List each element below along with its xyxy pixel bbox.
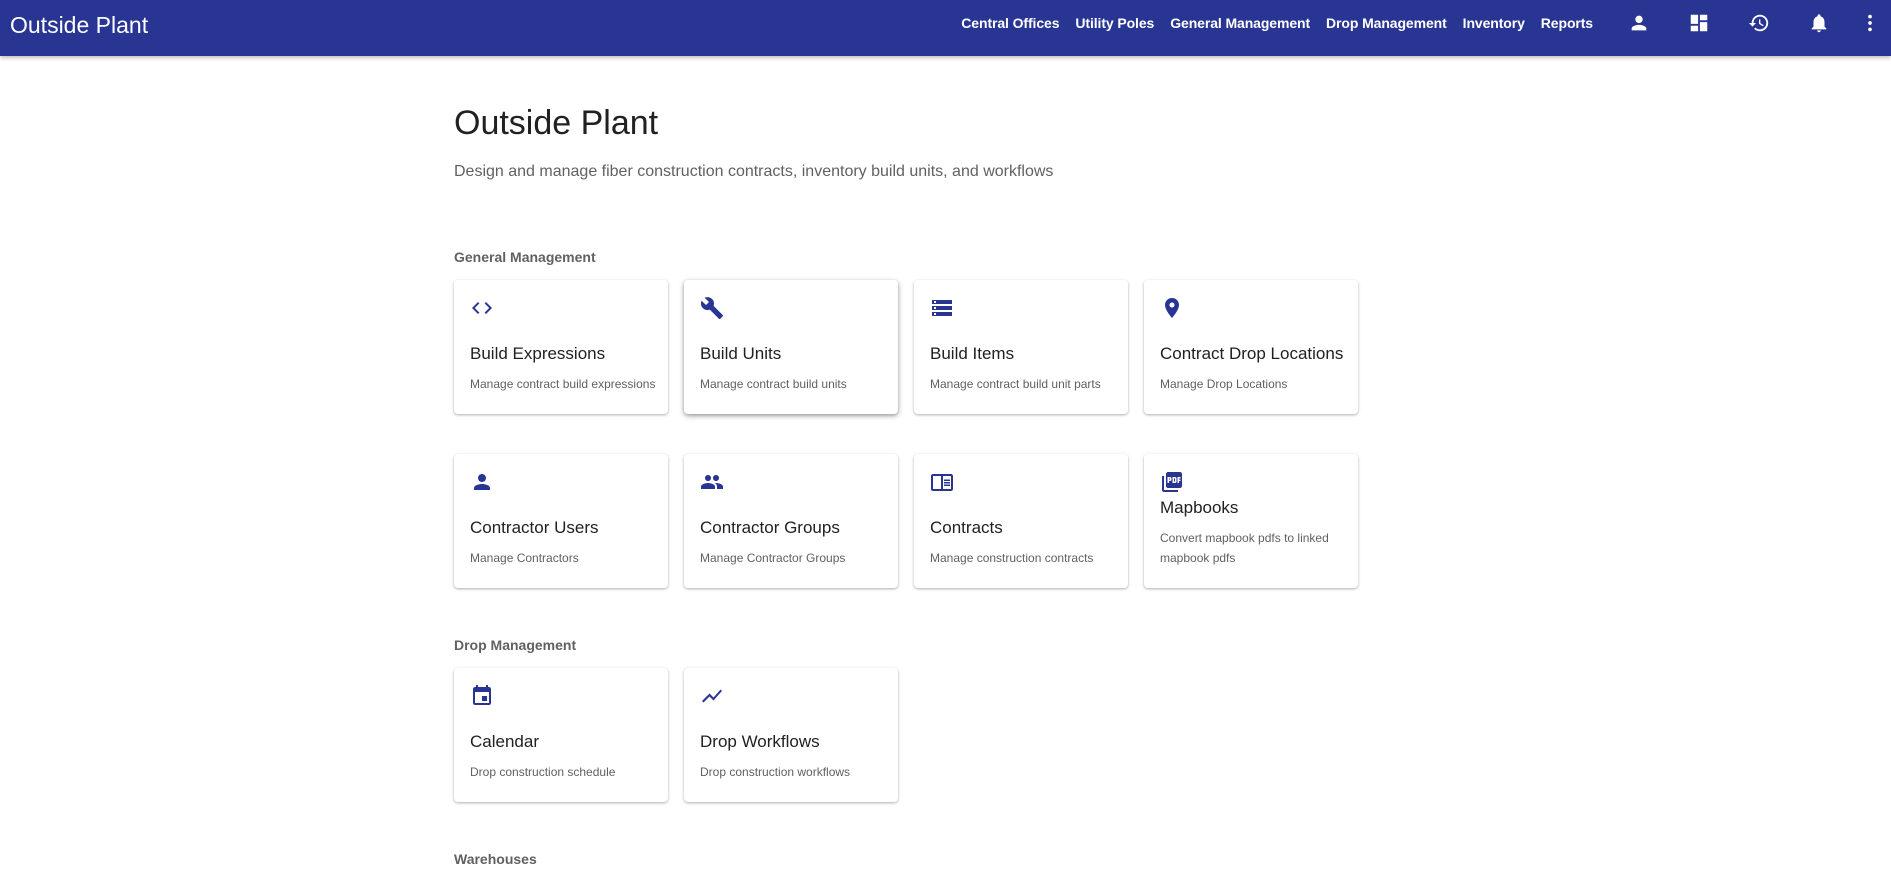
- nav-link-inventory[interactable]: Inventory: [1463, 15, 1525, 31]
- card-description: Manage Contractor Groups: [700, 551, 846, 565]
- app-title[interactable]: Outside Plant: [10, 12, 148, 39]
- page-subtitle: Design and manage fiber construction con…: [454, 163, 1054, 180]
- storage-icon: [930, 296, 954, 320]
- wrench-icon: [700, 296, 724, 320]
- card-build-items[interactable]: Build Items Manage contract build unit p…: [914, 280, 1128, 414]
- more-vert-icon[interactable]: [1849, 0, 1891, 46]
- card-contractor-users[interactable]: Contractor Users Manage Contractors: [454, 454, 668, 588]
- nav-link-reports[interactable]: Reports: [1541, 15, 1593, 31]
- card-description: Manage construction contracts: [930, 551, 1094, 565]
- card-title: Calendar: [470, 732, 539, 751]
- section-title-general-management: General Management: [454, 249, 596, 265]
- card-title: Build Expressions: [470, 344, 606, 363]
- card-description: Manage contract build unit parts: [930, 377, 1101, 391]
- location-pin-icon: [1160, 296, 1184, 320]
- person-icon: [470, 470, 494, 494]
- card-calendar[interactable]: Calendar Drop construction schedule: [454, 668, 668, 802]
- card-description: Manage Drop Locations: [1160, 377, 1288, 391]
- card-title: Drop Workflows: [700, 732, 820, 751]
- card-description: Drop construction schedule: [470, 765, 616, 779]
- card-description: Drop construction workflows: [700, 765, 851, 779]
- card-title: Contractor Groups: [700, 518, 840, 537]
- pdf-icon: [1160, 470, 1184, 494]
- card-description: Convert mapbook pdfs to linked mapbook p…: [1160, 531, 1329, 565]
- top-nav: Central Offices Utility Poles General Ma…: [961, 0, 1891, 46]
- nav-link-central-offices[interactable]: Central Offices: [961, 15, 1059, 31]
- card-build-expressions[interactable]: Build Expressions Manage contract build …: [454, 280, 668, 414]
- history-icon[interactable]: [1729, 0, 1789, 46]
- card-title: Contracts: [930, 518, 1003, 537]
- trending-icon: [700, 684, 724, 708]
- code-icon: [470, 296, 494, 320]
- notifications-icon[interactable]: [1789, 0, 1849, 46]
- nav-link-general-management[interactable]: General Management: [1170, 15, 1310, 31]
- card-mapbooks[interactable]: Mapbooks Convert mapbook pdfs to linked …: [1144, 454, 1358, 588]
- dashboard-icon[interactable]: [1669, 0, 1729, 46]
- card-title: Build Units: [700, 344, 782, 363]
- card-description: Manage contract build units: [700, 377, 847, 391]
- nav-link-drop-management[interactable]: Drop Management: [1326, 15, 1447, 31]
- card-title: Contract Drop Locations: [1160, 344, 1344, 363]
- card-title: Mapbooks: [1160, 498, 1239, 517]
- account-icon[interactable]: [1609, 0, 1669, 46]
- card-contractor-groups[interactable]: Contractor Groups Manage Contractor Grou…: [684, 454, 898, 588]
- people-icon: [700, 470, 724, 494]
- card-build-units[interactable]: Build Units Manage contract build units: [684, 280, 898, 414]
- book-icon: [930, 470, 954, 494]
- card-title: Contractor Users: [470, 518, 599, 537]
- top-app-bar: Outside Plant Central Offices Utility Po…: [0, 0, 1891, 56]
- card-contracts[interactable]: Contracts Manage construction contracts: [914, 454, 1128, 588]
- card-contract-drop-locations[interactable]: Contract Drop Locations Manage Drop Loca…: [1144, 280, 1358, 414]
- section-title-drop-management: Drop Management: [454, 637, 577, 653]
- card-drop-workflows[interactable]: Drop Workflows Drop construction workflo…: [684, 668, 898, 802]
- nav-link-utility-poles[interactable]: Utility Poles: [1075, 15, 1154, 31]
- calendar-icon: [470, 684, 494, 708]
- card-description: Manage Contractors: [470, 551, 579, 565]
- card-title: Build Items: [930, 344, 1015, 363]
- section-title-warehouses: Warehouses: [454, 851, 537, 867]
- page-title: Outside Plant: [454, 104, 659, 142]
- card-description: Manage contract build expressions: [470, 377, 656, 391]
